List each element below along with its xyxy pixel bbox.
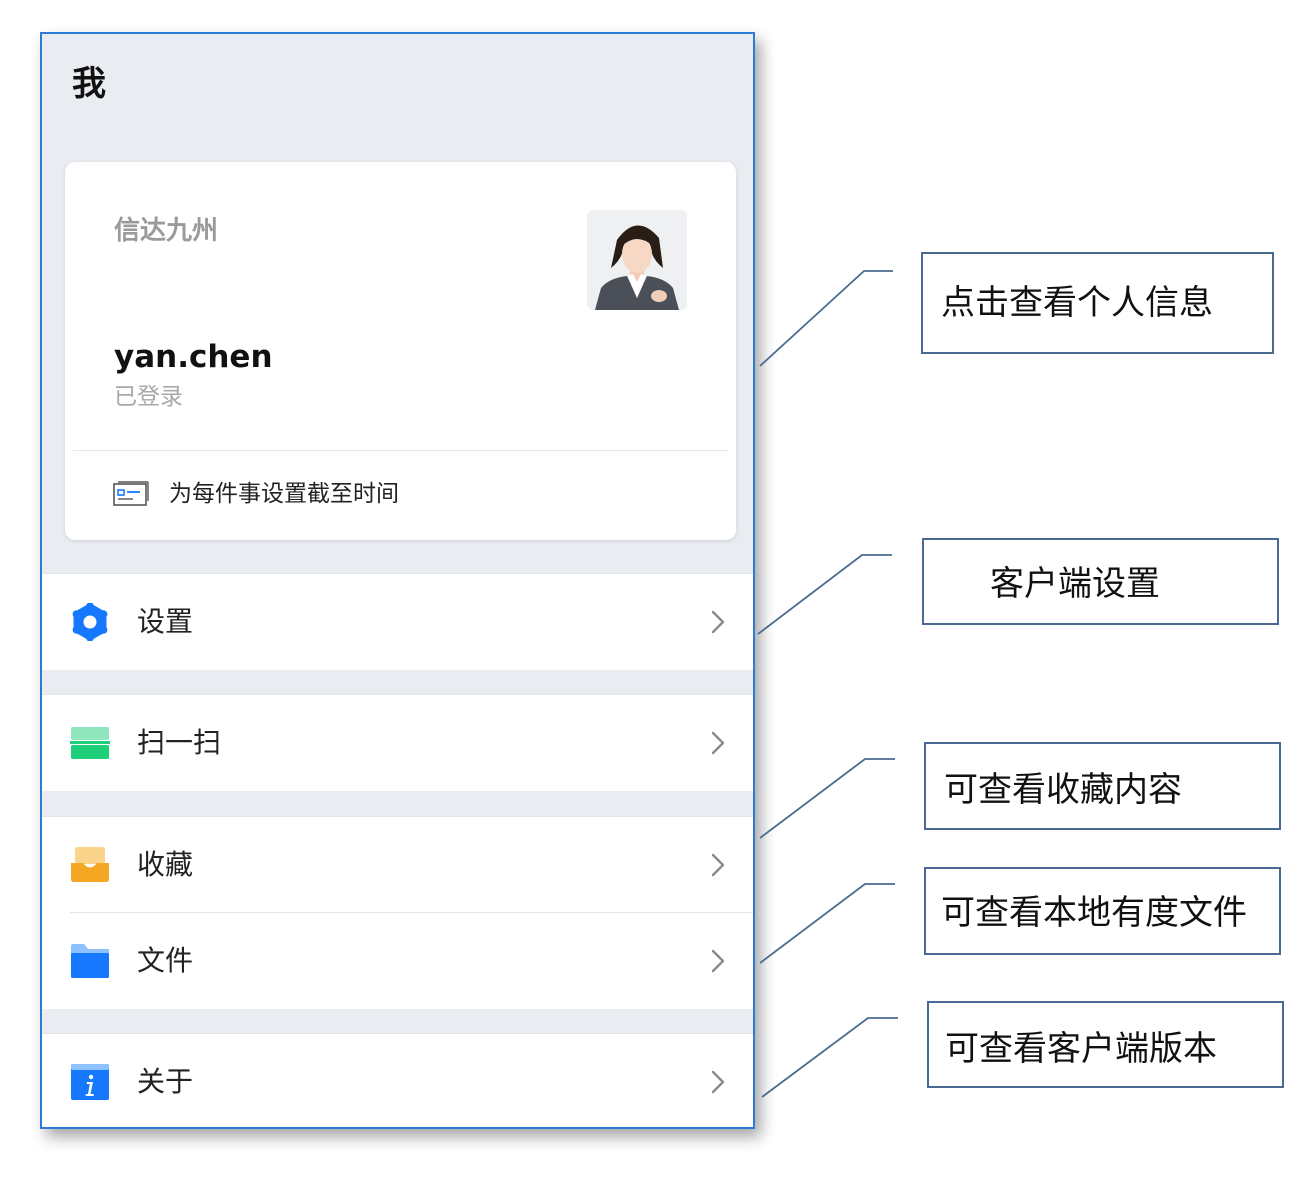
callout-favorites: 可查看收藏内容 — [924, 742, 1281, 830]
leader-line-local-files — [759, 883, 895, 964]
callout-personal-info: 点击查看个人信息 — [921, 252, 1274, 354]
leader-line-favorites — [759, 758, 895, 839]
leader-line-client-settings — [757, 554, 892, 635]
callout-client-settings: 客户端设置 — [922, 538, 1279, 625]
callout-client-version: 可查看客户端版本 — [927, 1001, 1284, 1088]
leader-line-personal-info — [759, 270, 893, 367]
callout-local-files: 可查看本地有度文件 — [924, 867, 1281, 955]
leader-line-client-version — [761, 1017, 898, 1098]
